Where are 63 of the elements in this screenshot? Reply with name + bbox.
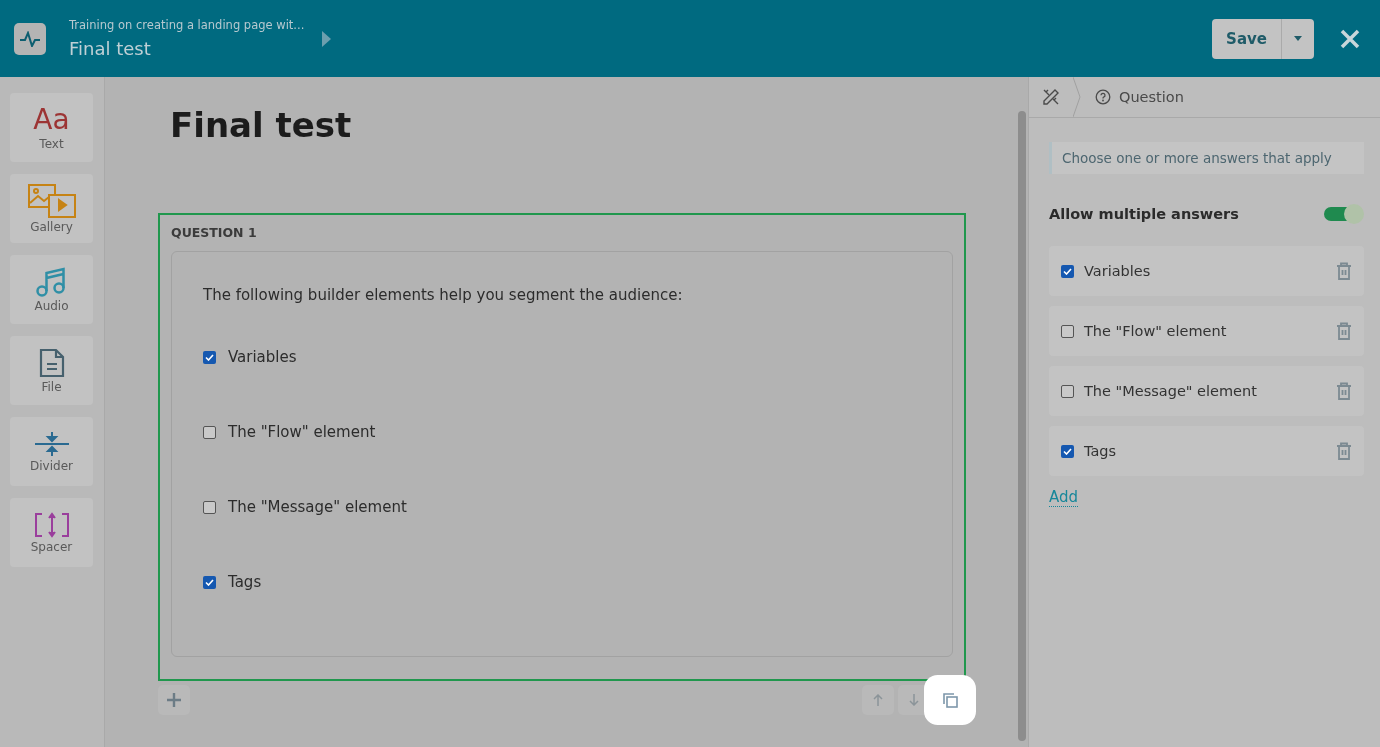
- answer-row[interactable]: Variables: [1049, 246, 1364, 296]
- toggle-switch[interactable]: [1324, 204, 1364, 224]
- answer-row[interactable]: The "Flow" element: [1049, 306, 1364, 356]
- caret-icon: [1294, 36, 1302, 41]
- gallery-icon: [27, 183, 76, 218]
- panel-title: Question: [1119, 89, 1184, 105]
- breadcrumb-link[interactable]: Training on creating a landing page wit...: [69, 18, 305, 32]
- answer-label: The "Flow" element: [1084, 323, 1228, 339]
- tool-label: Audio: [34, 298, 69, 313]
- answer-label: Tags: [1084, 443, 1118, 459]
- answer-label: Variables: [1084, 263, 1152, 279]
- arrow-up-icon: [873, 694, 883, 706]
- block-tool[interactable]: Gallery: [10, 174, 93, 243]
- trash-icon[interactable]: [1336, 322, 1352, 340]
- answer-row[interactable]: The "Message" element: [1049, 366, 1364, 416]
- block-tool[interactable]: Audio: [10, 255, 93, 324]
- add-link[interactable]: Add: [1049, 488, 1079, 507]
- question-text: The following builder elements help you segment the audience:: [203, 286, 684, 304]
- scrollbar[interactable]: [1018, 111, 1026, 741]
- tool-label: Gallery: [30, 219, 73, 234]
- trash-icon[interactable]: [1336, 262, 1352, 280]
- option-label: Tags: [228, 573, 262, 591]
- divider-icon: [34, 430, 69, 457]
- question-label: QUESTION 1: [171, 225, 258, 240]
- checkbox[interactable]: [203, 575, 216, 589]
- music-note-icon: [35, 266, 68, 297]
- question-icon: [1095, 89, 1111, 105]
- option-label: Variables: [228, 348, 297, 366]
- checkbox[interactable]: [1061, 324, 1074, 338]
- answer-label: The "Message" element: [1084, 383, 1258, 399]
- file-icon: [38, 347, 65, 378]
- page-title: Final test: [69, 38, 152, 59]
- checkbox[interactable]: [1061, 384, 1074, 398]
- checkbox[interactable]: [1061, 264, 1074, 278]
- checkbox[interactable]: [1061, 444, 1074, 458]
- arrow-down-icon: [909, 694, 919, 706]
- option-label: The "Flow" element: [228, 423, 376, 441]
- letters-icon: Aa: [33, 104, 70, 135]
- heading: Final test: [170, 105, 353, 145]
- block-tool[interactable]: Spacer: [10, 498, 93, 567]
- tool-label: Text: [39, 136, 64, 151]
- block-tool[interactable]: Aa Text: [10, 93, 93, 162]
- option-label: The "Message" element: [228, 498, 407, 516]
- answer-row[interactable]: Tags: [1049, 426, 1364, 476]
- checkbox[interactable]: [203, 350, 216, 364]
- plus-icon: [167, 693, 181, 707]
- tool-label: Spacer: [30, 539, 73, 554]
- toggle-label: Allow multiple answers: [1049, 206, 1239, 222]
- block-tool[interactable]: File: [10, 336, 93, 405]
- checkbox[interactable]: [203, 425, 216, 439]
- tool-label: File: [41, 379, 62, 394]
- checkbox[interactable]: [203, 500, 216, 514]
- tool-label: Divider: [30, 458, 73, 473]
- trash-icon[interactable]: [1336, 442, 1352, 460]
- pulse-logo-icon: [14, 22, 46, 55]
- question-block[interactable]: QUESTION 1 The following builder elements help you segment the audience: Variables The "Flow" element The "Message" element Tags: [158, 213, 966, 681]
- description-field[interactable]: Choose one or more answers that apply: [1049, 142, 1364, 174]
- copy-icon: [942, 692, 958, 708]
- block-tool[interactable]: Divider: [10, 417, 93, 486]
- trash-icon[interactable]: [1336, 382, 1352, 400]
- play-triangle-icon[interactable]: [322, 30, 332, 47]
- add-block-button[interactable]: [158, 685, 190, 715]
- spacer-icon: [33, 511, 70, 538]
